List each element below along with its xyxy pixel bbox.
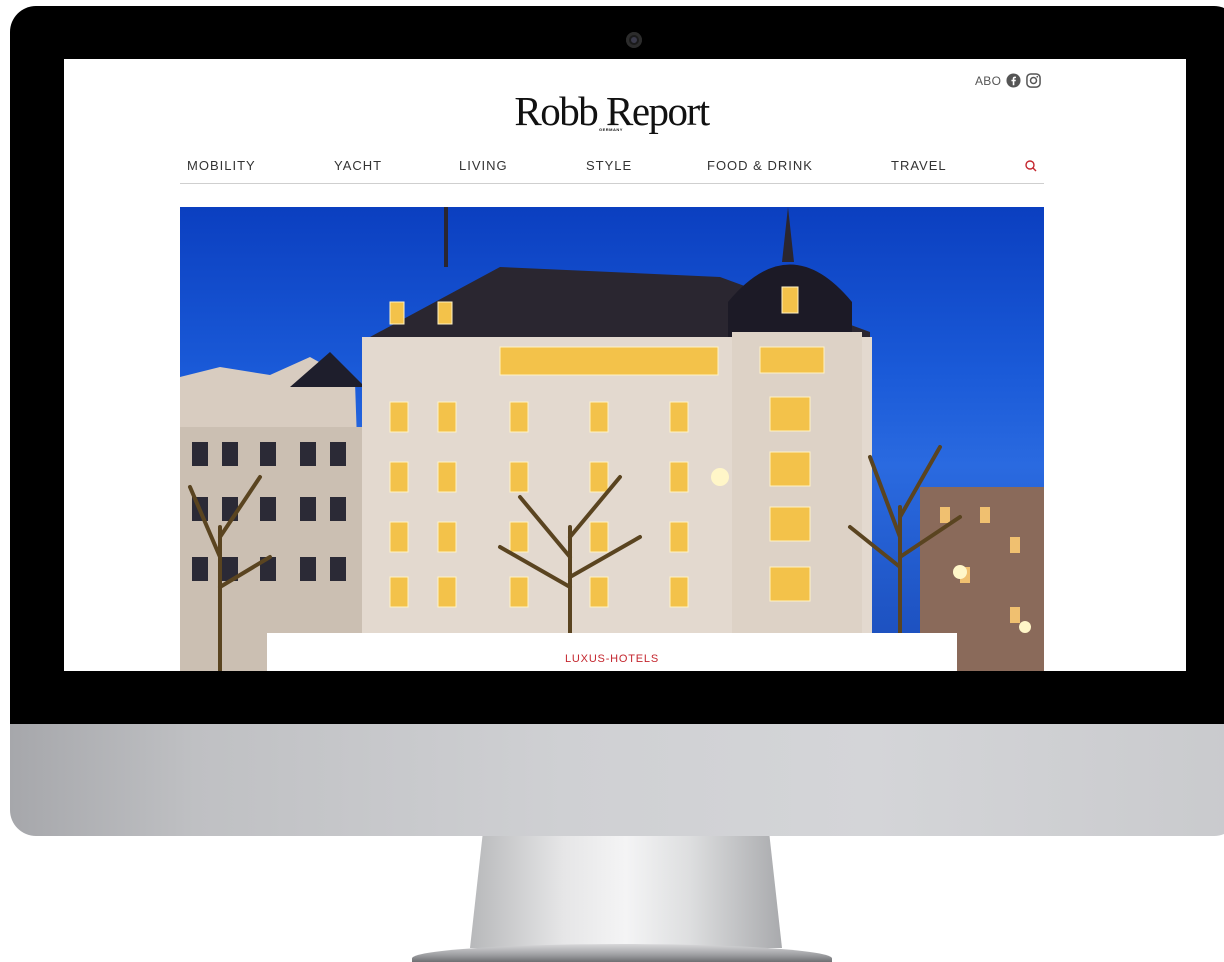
- nav-item-style[interactable]: STYLE: [586, 158, 632, 173]
- article-card[interactable]: LUXUS-HOTELS: [267, 633, 957, 671]
- instagram-icon[interactable]: [1026, 73, 1042, 88]
- monitor-stand: [470, 836, 782, 948]
- search-icon[interactable]: [1024, 159, 1038, 173]
- nav-item-yacht[interactable]: YACHT: [334, 158, 382, 173]
- nav-item-food-drink[interactable]: FOOD & DRINK: [707, 158, 813, 173]
- nav-item-mobility[interactable]: MOBILITY: [187, 158, 256, 173]
- nav-item-living[interactable]: LIVING: [459, 158, 508, 173]
- facebook-icon[interactable]: [1006, 73, 1021, 88]
- abo-link[interactable]: ABO: [975, 74, 1001, 88]
- monitor-chin: [10, 724, 1224, 836]
- main-nav: MOBILITY YACHT LIVING STYLE FOOD & DRINK…: [180, 155, 1044, 184]
- camera-icon: [626, 32, 642, 48]
- browser-viewport: ABO Robb Report GERMANY MOBILITY YACHT L…: [64, 59, 1186, 671]
- logo-subtext: GERMANY: [599, 127, 623, 132]
- article-category[interactable]: LUXUS-HOTELS: [267, 653, 957, 665]
- hero-image[interactable]: [180, 207, 1044, 671]
- nav-item-travel[interactable]: TRAVEL: [891, 158, 947, 173]
- header-utility: ABO: [975, 73, 1042, 88]
